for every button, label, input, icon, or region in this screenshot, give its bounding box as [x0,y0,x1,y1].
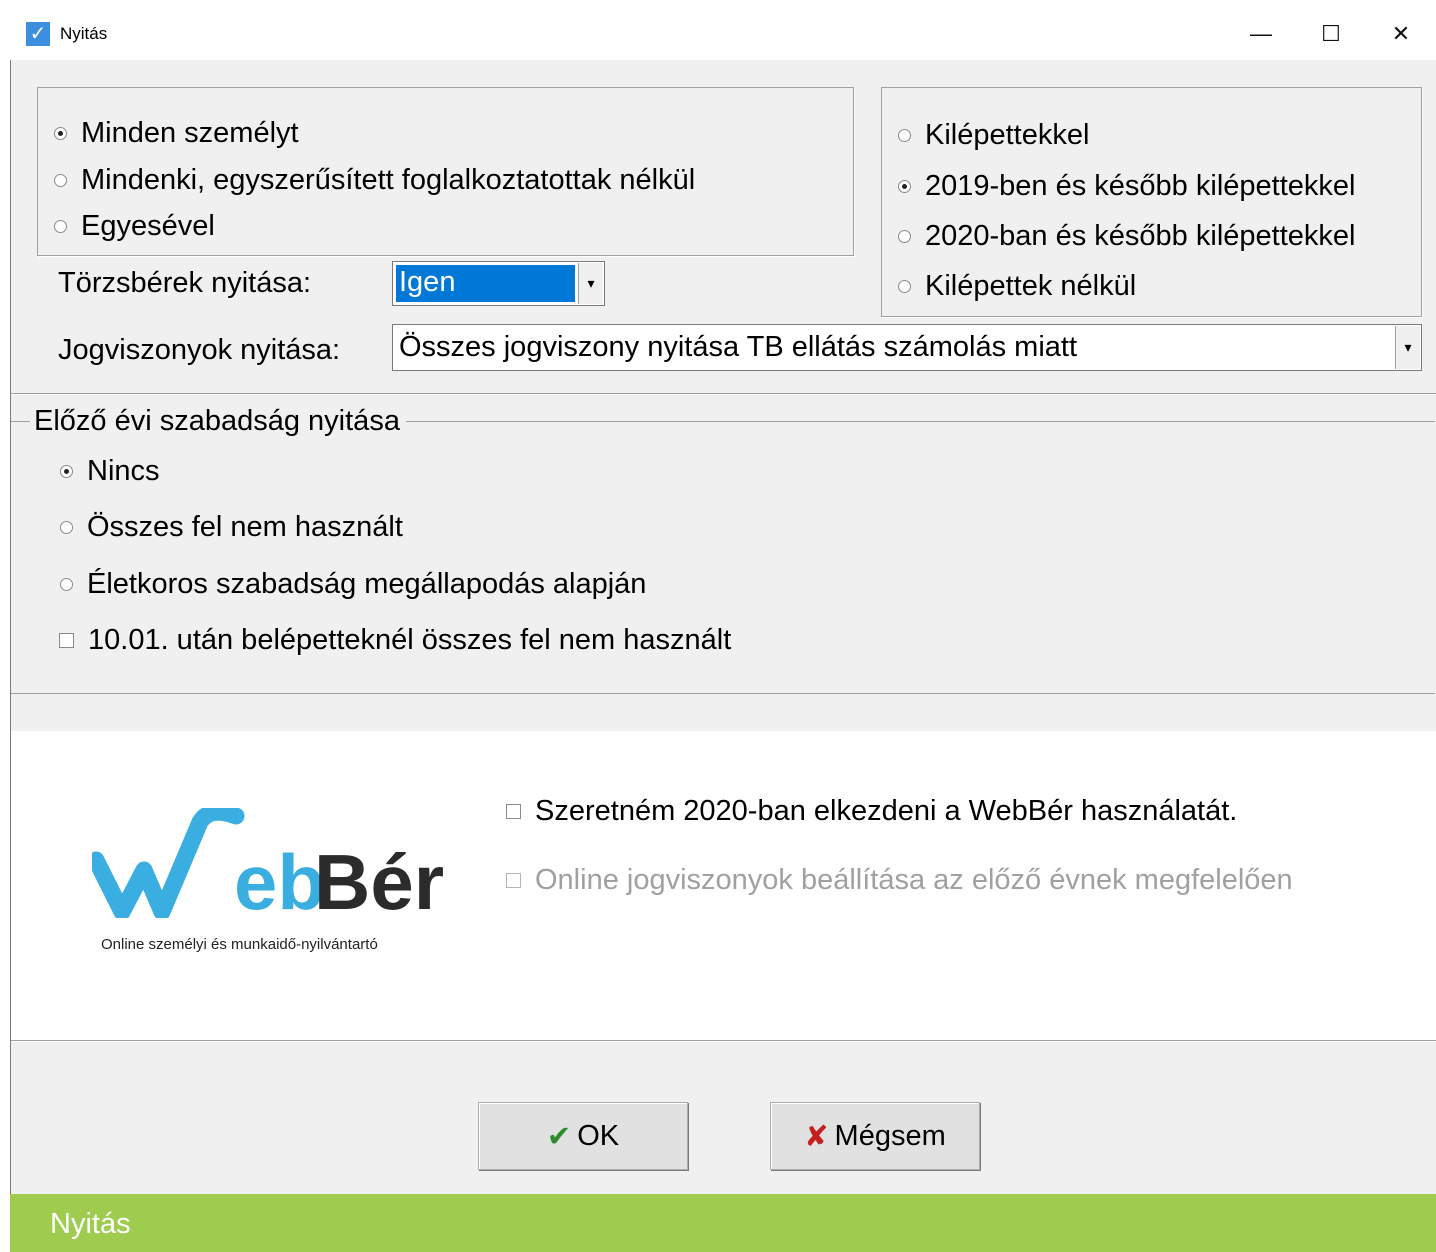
radio-icon [54,173,67,187]
legal-relations-value: Összes jogviszony nyitása TB ellátás szá… [399,331,1078,363]
footer-bar: Nyitás [10,1194,1436,1252]
scope-option-all[interactable]: Minden személyt [54,114,299,152]
leave-group-title: Előző évi szabadság nyitása [30,405,406,438]
radio-icon [898,279,911,293]
leave-checkbox-label: 10.01. után belépetteknél összes fel nem… [88,623,732,656]
webber-online-checkbox: Online jogviszonyok beállítása az előző … [506,861,1293,899]
base-wages-value: Igen [399,266,456,298]
webber-online-label: Online jogviszonyok beállítása az előző … [535,863,1293,896]
exits-option-2019[interactable]: 2019-ben és később kilépettekkel [898,167,1355,205]
checkbox-icon [59,632,74,648]
exits-option-label: Kilépettek nélkül [925,269,1137,302]
leave-option-label: Összes fel nem használt [87,510,403,543]
minimize-button[interactable]: — [1226,8,1296,60]
leave-option-all-unused[interactable]: Összes fel nem használt [60,508,403,546]
separator [11,393,1436,395]
leave-option-label: Életkoros szabadság megállapodás alapján [87,567,647,600]
separator [11,1040,1436,1042]
radio-icon [898,229,911,243]
exits-option-label: 2020-ban és később kilépettekkel [925,219,1356,252]
exits-option-none[interactable]: Kilépettek nélkül [898,267,1136,305]
exits-option-2020[interactable]: 2020-ban és később kilépettekkel [898,217,1355,255]
scope-option-label: Egyesével [81,209,215,242]
webber-logo-swoosh-icon [92,808,245,918]
radio-icon [60,520,73,534]
cross-icon: ✘ [804,1120,829,1153]
checkmark-icon: ✔ [546,1120,572,1153]
close-button[interactable]: ✕ [1366,8,1436,60]
legal-relations-label: Jogviszonyok nyitása: [58,334,341,366]
maximize-button[interactable]: ☐ [1296,8,1366,60]
webber-tagline: Online személyi és munkaidő-nyilvántartó [101,936,378,953]
radio-selected-icon [54,126,67,140]
logo-ber-part: Bér [314,838,445,926]
scope-option-label: Minden személyt [81,116,299,149]
ok-button[interactable]: ✔ OK [478,1102,688,1170]
scope-option-one-by-one[interactable]: Egyesével [54,207,215,245]
radio-icon [60,577,73,591]
base-wages-label: Törzsbérek nyitása: [58,267,312,299]
checkbox-disabled-icon [506,872,521,888]
exits-option-label: Kilépettekkel [925,118,1090,151]
webber-logo-text: WebBér [314,838,444,926]
webber-start-checkbox[interactable]: Szeretném 2020-ban elkezdeni a WebBér ha… [506,792,1237,830]
app-check-icon: ✓ [26,22,50,46]
radio-icon [898,128,911,142]
leave-after-1001-checkbox[interactable]: 10.01. után belépetteknél összes fel nem… [59,621,731,659]
leave-option-age-based[interactable]: Életkoros szabadság megállapodás alapján [60,565,646,603]
checkbox-icon [506,803,521,819]
leave-option-label: Nincs [87,454,160,487]
scope-option-label: Mindenki, egyszerűsített foglalkoztatott… [81,163,696,196]
radio-icon [54,219,67,233]
chevron-down-icon[interactable]: ▾ [1395,326,1420,369]
chevron-down-icon[interactable]: ▾ [578,263,603,304]
scope-option-without-simplified[interactable]: Mindenki, egyszerűsített foglalkoztatott… [54,161,695,199]
legal-relations-select[interactable]: Összes jogviszony nyitása TB ellátás szá… [392,324,1422,371]
window-title: Nyitás [60,24,108,43]
footer-label: Nyitás [50,1208,131,1240]
title-bar: ✓ Nyitás — ☐ ✕ [10,8,1436,60]
cancel-button[interactable]: ✘ Mégsem [770,1102,980,1170]
webber-start-label: Szeretném 2020-ban elkezdeni a WebBér ha… [535,794,1238,827]
cancel-label: Mégsem [834,1119,946,1152]
exits-option-label: 2019-ben és később kilépettekkel [925,169,1356,202]
radio-selected-icon [60,464,73,478]
logo-web-text: eb [234,838,326,926]
radio-selected-icon [898,179,911,193]
ok-label: OK [577,1119,620,1152]
leave-option-none[interactable]: Nincs [60,452,160,490]
exits-option-all[interactable]: Kilépettekkel [898,116,1089,154]
base-wages-select[interactable]: Igen ▾ [392,261,605,306]
